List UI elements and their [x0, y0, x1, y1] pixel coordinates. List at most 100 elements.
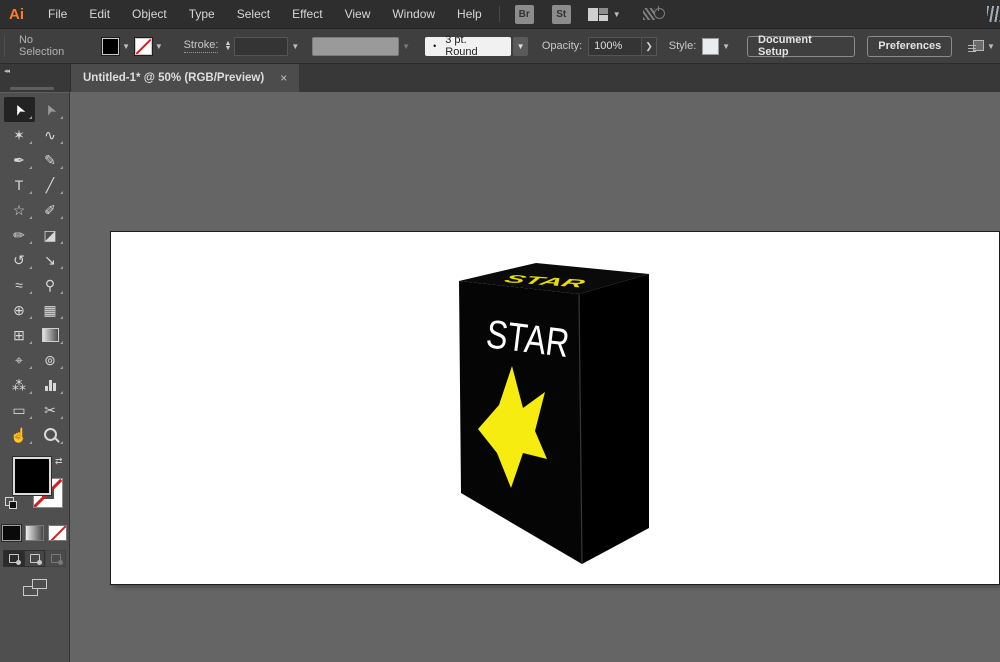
menu-file[interactable]: File	[37, 0, 78, 28]
app-logo[interactable]: Ai	[0, 6, 37, 23]
chevron-down-icon[interactable]: ▼	[155, 42, 163, 51]
tool-star-shape[interactable]: ☆	[4, 197, 35, 222]
menu-effect[interactable]: Effect	[281, 0, 333, 28]
tool-symbol-sprayer[interactable]: ⁂	[4, 372, 35, 397]
document-tab-title: Untitled-1* @ 50% (RGB/Preview)	[83, 72, 264, 84]
draw-behind-button[interactable]	[24, 550, 45, 567]
clipped-edge-icon	[987, 6, 1000, 22]
tool-rotate[interactable]: ↺	[4, 247, 35, 272]
fill-swatch-black[interactable]	[13, 457, 51, 495]
tool-column-graph[interactable]	[35, 372, 66, 397]
tool-shape-builder[interactable]: ⊕	[4, 297, 35, 322]
tool-shaper[interactable]: ✏	[4, 222, 35, 247]
stroke-color-swatch[interactable]	[135, 38, 152, 55]
preferences-button[interactable]: Preferences	[867, 36, 952, 57]
divider	[499, 6, 500, 22]
canvas-area[interactable]: STAR STAR	[70, 92, 1000, 662]
stroke-width-field[interactable]	[234, 37, 288, 56]
control-bar: No Selection ▼ ▼ Stroke: ▲▼ ▼ ▼ • 3 pt. …	[0, 29, 1000, 64]
draw-normal-button[interactable]	[3, 550, 24, 567]
opacity-expand-arrow[interactable]: ❯	[642, 37, 657, 56]
tool-width[interactable]: ≈	[4, 272, 35, 297]
curvature-icon: ✎	[44, 153, 56, 167]
menu-window[interactable]: Window	[381, 0, 446, 28]
drawing-mode-buttons	[0, 550, 69, 567]
style-swatch[interactable]	[702, 38, 719, 55]
tool-mesh[interactable]: ⊞	[4, 322, 35, 347]
opacity-label[interactable]: Opacity:	[542, 40, 582, 52]
fill-color-swatch[interactable]	[102, 38, 119, 55]
chevron-down-icon[interactable]: ▼	[722, 42, 730, 51]
tool-artboard[interactable]: ▭	[4, 397, 35, 422]
tool-hand[interactable]: ☝	[4, 422, 35, 447]
tool-paintbrush[interactable]: ✐	[35, 197, 66, 222]
tool-direct-selection[interactable]: ➤	[35, 97, 66, 122]
star-box-artwork[interactable]: STAR STAR	[111, 232, 999, 584]
tool-magic-wand[interactable]: ✶	[4, 122, 35, 147]
rotate-icon: ↺	[13, 253, 25, 267]
tool-selection[interactable]: ➤	[4, 97, 35, 122]
chevron-down-icon[interactable]: ▼	[122, 42, 130, 51]
tool-curvature[interactable]: ✎	[35, 147, 66, 172]
close-icon[interactable]: ×	[280, 71, 287, 85]
brush-preset-dropdown[interactable]: • 3 pt. Round	[425, 37, 511, 56]
tool-pen[interactable]: ✒	[4, 147, 35, 172]
gradient-button[interactable]	[25, 525, 44, 541]
draw-inside-button[interactable]	[45, 550, 66, 567]
tool-perspective-grid[interactable]: ▦	[35, 297, 66, 322]
menu-type[interactable]: Type	[178, 0, 226, 28]
tool-grid: ➤ ➤ ✶ ∿ ✒ ✎ T╱☆✐✏ ◪ ↺ ↘≈⚲⊕ ▦ ⊞ ⌖ ⊚ ⁂▭✂☝	[0, 97, 69, 447]
artboard[interactable]: STAR STAR	[111, 232, 999, 584]
tool-blend[interactable]: ⊚	[35, 347, 66, 372]
tools-panel-header: ◂◂	[0, 64, 71, 92]
blend-icon: ⊚	[44, 353, 56, 367]
tool-line-segment[interactable]: ╱	[35, 172, 66, 197]
tool-puppet-warp[interactable]: ⚲	[35, 272, 66, 297]
opacity-field[interactable]: 100%	[588, 37, 642, 56]
chevron-down-icon[interactable]: ▼	[613, 10, 621, 19]
menu-bar: Ai File Edit Object Type Select Effect V…	[0, 0, 1000, 29]
color-button[interactable]	[2, 525, 21, 541]
eraser-icon: ◪	[43, 228, 56, 242]
panel-grip[interactable]	[10, 87, 54, 90]
chevron-down-icon[interactable]: ▼	[291, 42, 299, 51]
eyedropper-icon: ⌖	[15, 353, 23, 367]
menu-edit[interactable]: Edit	[78, 0, 121, 28]
selection-icon: ➤	[10, 101, 28, 118]
magic-wand-icon: ✶	[13, 128, 25, 142]
stock-button[interactable]: St	[552, 5, 571, 24]
default-fill-stroke-icon[interactable]	[5, 497, 14, 506]
chevron-down-icon[interactable]: ▼	[987, 42, 995, 51]
tool-type[interactable]: T	[4, 172, 35, 197]
menu-select[interactable]: Select	[226, 0, 281, 28]
stroke-label[interactable]: Stroke:	[184, 39, 219, 53]
tool-lasso[interactable]: ∿	[35, 122, 66, 147]
tool-scale[interactable]: ↘	[35, 247, 66, 272]
divider	[4, 35, 5, 57]
menu-help[interactable]: Help	[446, 0, 493, 28]
menu-object[interactable]: Object	[121, 0, 178, 28]
none-button[interactable]	[48, 525, 67, 541]
stroke-width-stepper[interactable]: ▲▼	[224, 41, 231, 51]
workspace-switcher-icon[interactable]	[588, 8, 608, 21]
perspective-grid-icon: ▦	[43, 303, 56, 317]
tool-zoom[interactable]	[35, 422, 66, 447]
direct-selection-icon: ➤	[41, 101, 59, 118]
document-tab[interactable]: Untitled-1* @ 50% (RGB/Preview) ×	[71, 64, 299, 92]
bridge-button[interactable]: Br	[515, 5, 534, 24]
menu-view[interactable]: View	[334, 0, 382, 28]
collapse-panel-icon[interactable]: ◂◂	[4, 67, 9, 75]
tool-eraser[interactable]: ◪	[35, 222, 66, 247]
screen-mode-icon[interactable]	[23, 579, 47, 596]
pen-icon: ✒	[13, 153, 25, 167]
tool-eyedropper[interactable]: ⌖	[4, 347, 35, 372]
select-similar-icon[interactable]	[968, 40, 984, 53]
tool-gradient[interactable]	[35, 322, 66, 347]
chevron-down-icon[interactable]: ▼	[513, 37, 528, 56]
swap-fill-stroke-icon[interactable]: ⇄	[55, 456, 63, 467]
selection-status-label: No Selection	[9, 34, 91, 58]
tool-slice[interactable]: ✂	[35, 397, 66, 422]
brush-definition-dropdown[interactable]	[312, 37, 399, 56]
cc-sync-icon[interactable]	[643, 5, 665, 23]
document-setup-button[interactable]: Document Setup	[747, 36, 855, 57]
